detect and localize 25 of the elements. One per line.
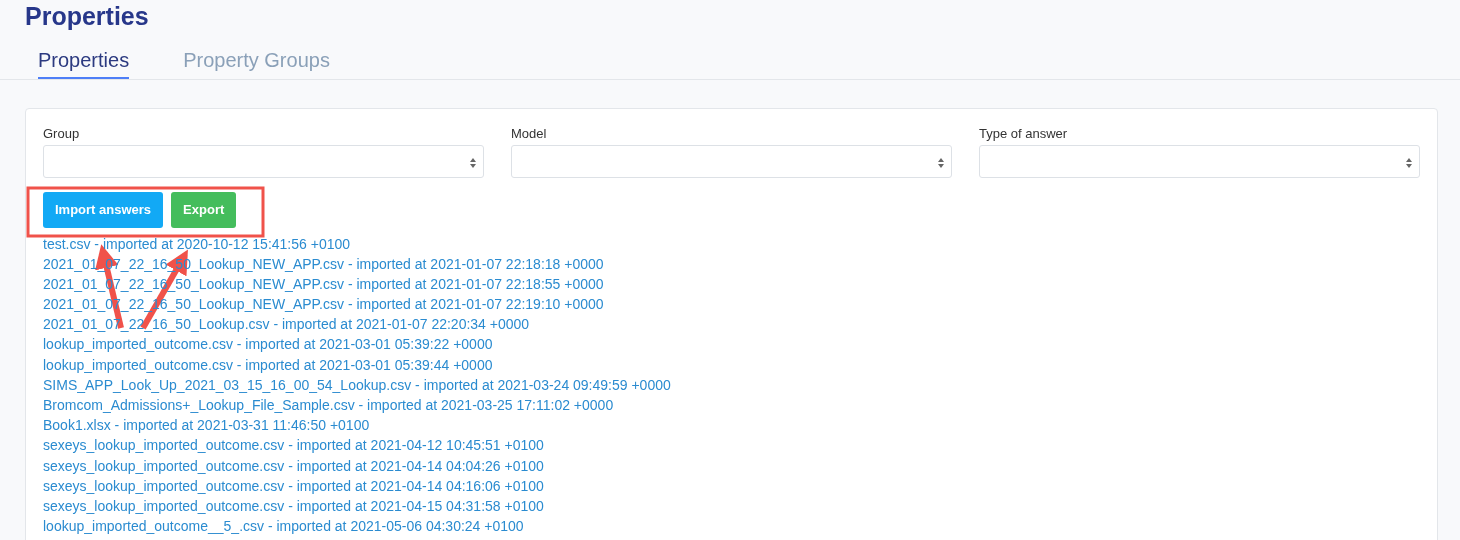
tab[interactable]: Properties xyxy=(38,44,130,79)
sort-caret-icon xyxy=(938,158,944,168)
import-file-link[interactable]: Book1.xlsx - imported at 2021-03-31 11:46:50 +0100 xyxy=(43,417,370,434)
import-file-link[interactable]: sexeys_lookup_imported_outcome.csv - imported at 2021-04-15 04:31:58 +0100 xyxy=(43,497,544,514)
import-file-link[interactable]: test.csv - imported at 2020-10-12 15:41:56 +0100 xyxy=(43,235,351,252)
import-file-link[interactable]: SIMS_APP_Look_Up_2021_03_15_16_00_54_Lookup.csv - imported at 2021-03-24 09:49:59 +0000 xyxy=(43,376,671,393)
select-field[interactable] xyxy=(979,145,1420,178)
field-label: Model xyxy=(511,125,548,143)
import-button[interactable]: Import answers xyxy=(43,192,164,228)
import-file-link[interactable]: sexeys_lookup_imported_outcome.csv - imported at 2021-04-12 10:45:51 +0100 xyxy=(43,437,544,454)
import-file-link[interactable]: lookup_imported_outcome__5_.csv - imported at 2021-05-06 04:30:24 +0100 xyxy=(43,518,524,535)
export-button[interactable]: Export xyxy=(171,192,237,228)
import-file-link[interactable]: sexeys_lookup_imported_outcome.csv - imported at 2021-04-14 04:04:26 +0100 xyxy=(43,457,544,474)
sort-caret-icon xyxy=(470,158,476,168)
sort-caret-icon xyxy=(1406,158,1412,168)
import-file-link[interactable]: Bromcom_Admissions+_Lookup_File_Sample.csv - imported at 2021-03-25 17:11:02 +0000 xyxy=(43,397,614,413)
tab[interactable]: Property Groups xyxy=(183,44,330,79)
page-title: Properties xyxy=(24,1,150,32)
select-field[interactable] xyxy=(43,145,484,178)
import-file-link[interactable]: lookup_imported_outcome.csv - imported at 2021-03-01 05:39:44 +0000 xyxy=(43,356,493,373)
select-field[interactable] xyxy=(511,145,952,178)
field-label: Type of answer xyxy=(979,125,1069,143)
import-file-link[interactable]: lookup_imported_outcome.csv - imported at 2021-03-01 05:39:22 +0000 xyxy=(43,336,493,353)
field-label: Group xyxy=(43,125,81,143)
import-file-link[interactable]: sexeys_lookup_imported_outcome.csv - imported at 2021-04-14 04:16:06 +0100 xyxy=(43,477,544,494)
